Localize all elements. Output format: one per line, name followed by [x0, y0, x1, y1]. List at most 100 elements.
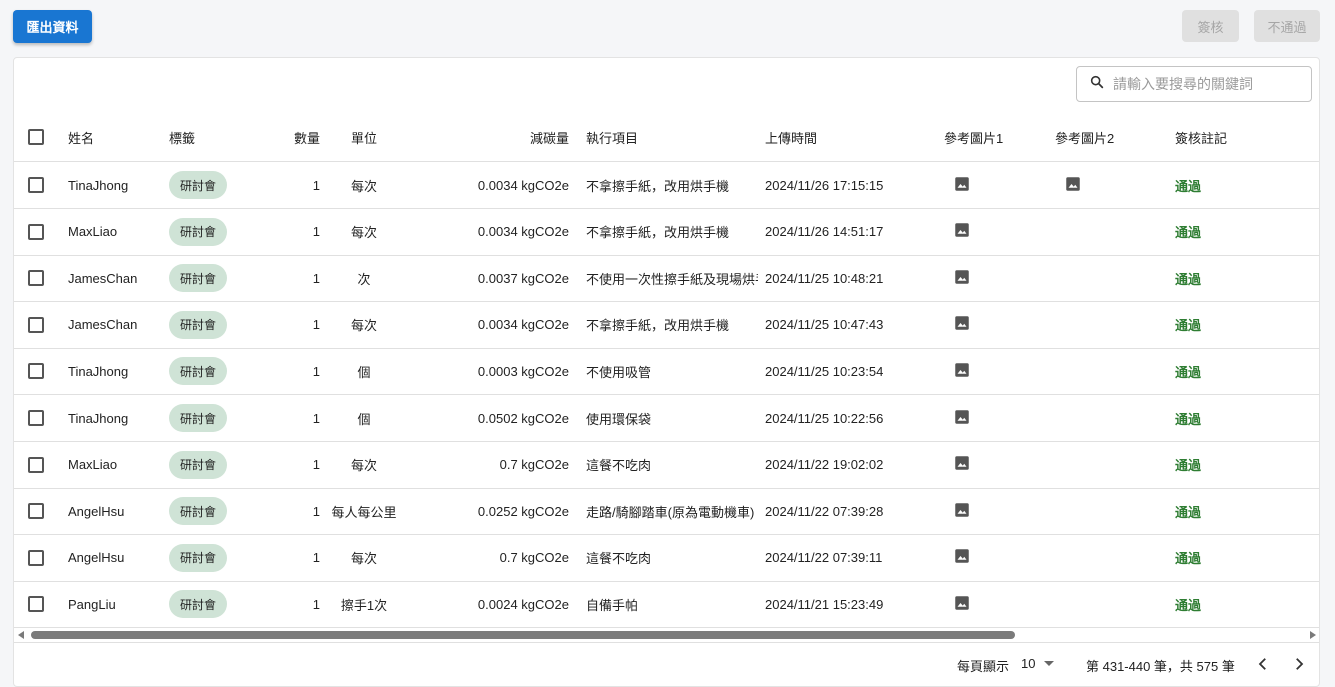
row-image2 [1055, 209, 1125, 255]
horizontal-scrollbar[interactable] [14, 628, 1319, 642]
row-quantity: 1 [312, 317, 320, 333]
row-quantity: 1 [312, 503, 320, 519]
header-image2[interactable]: 參考圖片2 [1055, 113, 1125, 161]
row-reduction: 0.0034 kgCO2e [477, 224, 569, 240]
image-icon[interactable] [953, 268, 971, 289]
row-checkbox[interactable] [28, 535, 48, 581]
dropdown-caret-icon [1044, 661, 1055, 666]
row-note: 通過 [1175, 271, 1202, 287]
select-all-checkbox[interactable] [28, 113, 48, 161]
row-name: MaxLiao [68, 457, 118, 473]
row-unit: 每次 [350, 225, 377, 241]
row-unit: 擦手1次 [340, 597, 388, 613]
row-reduction: 0.0037 kgCO2e [477, 270, 569, 286]
table-row[interactable]: JamesChan 研討會 1 每次 0.0034 kgCO2e 不拿擦手紙，改… [14, 302, 1319, 349]
header-upload-time[interactable]: 上傳時間 [765, 113, 925, 161]
row-checkbox[interactable] [28, 162, 48, 208]
top-toolbar: 匯出資料 簽核 不通過 [0, 0, 1335, 56]
approve-button[interactable]: 簽核 [1182, 10, 1239, 42]
table-row[interactable]: MaxLiao 研討會 1 每次 0.0034 kgCO2e 不拿擦手紙，改用烘… [14, 209, 1319, 256]
header-image1[interactable]: 參考圖片1 [944, 113, 1014, 161]
header-note[interactable]: 簽核註記 [1175, 113, 1255, 161]
row-checkbox[interactable] [28, 581, 48, 627]
row-quantity: 1 [312, 596, 320, 612]
row-quantity: 1 [312, 410, 320, 426]
row-image1 [944, 581, 1014, 627]
row-note: 通過 [1175, 364, 1202, 380]
row-quantity: 1 [312, 224, 320, 240]
reject-button[interactable]: 不通過 [1254, 10, 1320, 42]
table-row[interactable]: AngelHsu 研討會 1 每次 0.7 kgCO2e 這餐不吃肉 2024/… [14, 535, 1319, 582]
row-note: 通過 [1175, 318, 1202, 334]
row-name: PangLiu [68, 596, 116, 612]
row-note: 通過 [1175, 178, 1202, 194]
image-icon[interactable] [953, 594, 971, 615]
row-tag: 研討會 [169, 535, 259, 581]
row-note: 通過 [1175, 411, 1202, 427]
search-input[interactable] [1113, 76, 1303, 92]
row-name: TinaJhong [68, 363, 129, 379]
header-tag[interactable]: 標籤 [169, 113, 259, 161]
table-row[interactable]: TinaJhong 研討會 1 個 0.0003 kgCO2e 不使用吸管 20… [14, 348, 1319, 396]
image-icon[interactable] [953, 547, 971, 568]
row-note: 通過 [1175, 504, 1202, 520]
header-item[interactable]: 執行項目 [586, 113, 758, 161]
export-data-button[interactable]: 匯出資料 [13, 10, 92, 43]
image-icon[interactable] [1064, 175, 1082, 196]
row-name: AngelHsu [68, 503, 125, 519]
row-checkbox[interactable] [28, 209, 48, 255]
scroll-left-arrow-icon[interactable] [18, 631, 24, 639]
row-image2 [1055, 348, 1125, 394]
table-row[interactable]: AngelHsu 研討會 1 每人每公里 0.0252 kgCO2e 走路/騎腳… [14, 488, 1319, 536]
header-unit[interactable]: 單位 [329, 113, 399, 161]
row-quantity: 1 [312, 550, 320, 566]
row-checkbox[interactable] [28, 348, 48, 394]
row-unit: 每次 [350, 178, 377, 194]
row-image2 [1055, 488, 1125, 534]
row-image2 [1055, 302, 1125, 348]
row-checkbox[interactable] [28, 302, 48, 348]
row-image2 [1055, 581, 1125, 627]
row-note: 通過 [1175, 597, 1202, 613]
tag-chip: 研討會 [169, 543, 228, 572]
image-icon[interactable] [953, 314, 971, 335]
row-item: 不拿擦手紙，改用烘手機 [586, 318, 730, 334]
row-tag: 研討會 [169, 255, 259, 301]
image-icon[interactable] [953, 501, 971, 522]
header-reduction[interactable]: 減碳量 [409, 113, 569, 161]
row-name: TinaJhong [68, 177, 129, 193]
table-row[interactable]: TinaJhong 研討會 1 每次 0.0034 kgCO2e 不拿擦手紙，改… [14, 162, 1319, 209]
search-box[interactable] [1076, 66, 1312, 102]
scroll-thumb[interactable] [31, 631, 1015, 639]
table-row[interactable]: TinaJhong 研討會 1 個 0.0502 kgCO2e 使用環保袋 20… [14, 395, 1319, 442]
scroll-right-arrow-icon[interactable] [1310, 631, 1316, 639]
image-icon[interactable] [953, 221, 971, 242]
row-checkbox[interactable] [28, 395, 48, 441]
row-reduction: 0.7 kgCO2e [499, 550, 569, 566]
table-row[interactable]: JamesChan 研討會 1 次 0.0037 kgCO2e 不使用一次性擦手… [14, 255, 1319, 303]
row-image1 [944, 162, 1014, 208]
header-quantity[interactable]: 數量 [276, 113, 320, 161]
row-checkbox[interactable] [28, 488, 48, 534]
row-quantity: 1 [312, 177, 320, 193]
image-icon[interactable] [953, 175, 971, 196]
image-icon[interactable] [953, 361, 971, 382]
tag-chip: 研討會 [169, 497, 228, 526]
row-image1 [944, 302, 1014, 348]
image-icon[interactable] [953, 408, 971, 429]
tag-chip: 研討會 [169, 450, 228, 479]
header-name[interactable]: 姓名 [68, 113, 163, 161]
data-table-card: 姓名 標籤 數量 單位 減碳量 執行項目 上傳時間 參考圖片1 參考圖片2 簽核… [13, 57, 1320, 687]
rows-per-page-select[interactable]: 10 [1021, 656, 1055, 671]
row-reduction: 0.0252 kgCO2e [477, 503, 569, 519]
table-row[interactable]: PangLiu 研討會 1 擦手1次 0.0024 kgCO2e 自備手帕 20… [14, 581, 1319, 629]
row-image1 [944, 209, 1014, 255]
table-row[interactable]: MaxLiao 研討會 1 每次 0.7 kgCO2e 這餐不吃肉 2024/1… [14, 442, 1319, 489]
image-icon[interactable] [953, 454, 971, 475]
chevron-left-icon[interactable] [1254, 655, 1272, 673]
row-checkbox[interactable] [28, 255, 48, 301]
row-checkbox[interactable] [28, 442, 48, 488]
row-name: JamesChan [68, 317, 138, 333]
tag-chip: 研討會 [169, 310, 228, 339]
chevron-right-icon[interactable] [1290, 655, 1308, 673]
